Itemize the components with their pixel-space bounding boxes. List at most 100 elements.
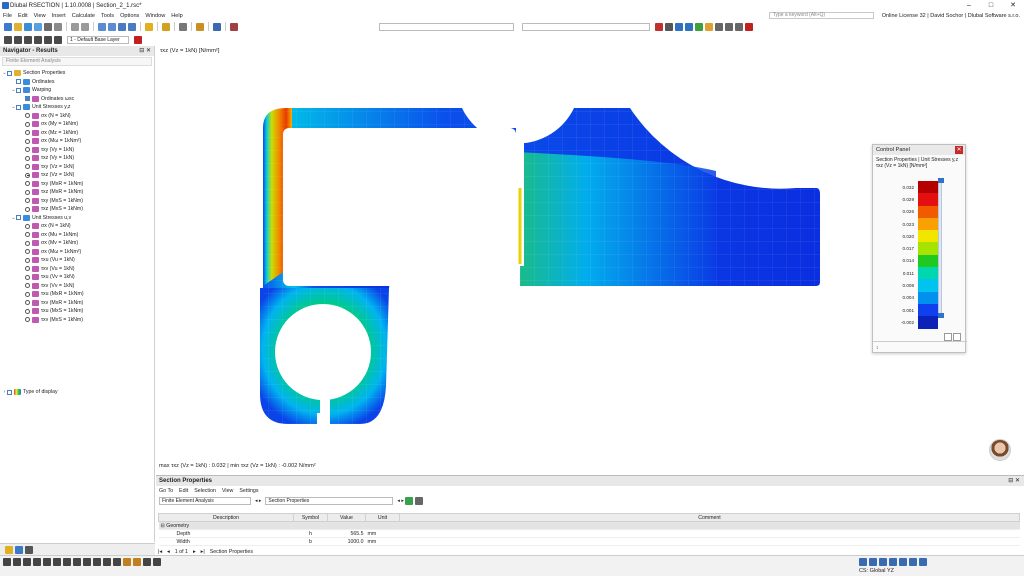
tree-item[interactable]: τxv (Vu = 1kN) [20, 265, 74, 274]
filter-icon[interactable] [735, 22, 743, 31]
radio-button[interactable] [25, 164, 30, 170]
pin-icon[interactable] [134, 35, 142, 44]
snap-ortho-icon[interactable] [889, 558, 897, 566]
check-icon[interactable] [695, 22, 703, 31]
scale-icon[interactable]: ↕ [876, 345, 879, 351]
eye-icon[interactable] [715, 22, 723, 31]
table-row[interactable]: Depth h 565.5 mm [158, 529, 1020, 538]
table-row[interactable]: Width b 1000.0 mm [158, 537, 1020, 546]
view-icon[interactable] [118, 22, 126, 31]
tree-item[interactable]: σx (My = 1kNm) [20, 120, 78, 129]
draw-tool-icon[interactable] [63, 558, 71, 566]
tree-item[interactable]: τxv (MxS = 1kNm) [20, 316, 83, 325]
tree-item[interactable]: τxz (MxS = 1kNm) [20, 205, 83, 214]
column-header[interactable]: Unit [365, 513, 400, 522]
radio-button[interactable] [25, 181, 30, 187]
layout-icon[interactable] [128, 22, 136, 31]
views-tab-icon[interactable] [25, 545, 33, 554]
radio-button[interactable] [25, 189, 30, 195]
radio-button[interactable] [25, 308, 30, 314]
pen-icon[interactable] [196, 22, 204, 31]
tree-item[interactable]: ⌄ Unit Stresses y,z [11, 103, 71, 112]
draw-tool-icon[interactable] [113, 558, 121, 566]
tree-item-type-of-display[interactable]: › Type of display [2, 388, 58, 397]
radio-button[interactable] [25, 240, 30, 246]
results-icon[interactable] [230, 22, 238, 31]
draw-tool-icon[interactable] [93, 558, 101, 566]
user-avatar[interactable] [989, 439, 1011, 461]
dimension-icon[interactable] [213, 22, 221, 31]
radio-button[interactable] [25, 172, 30, 178]
radio-button[interactable] [25, 274, 30, 280]
tree-item[interactable]: ⌄ Unit Stresses u,v [11, 214, 71, 223]
last-page-icon[interactable]: ▸| [201, 549, 205, 555]
maximize-icon[interactable]: □ [980, 0, 1002, 11]
radio-button[interactable] [25, 155, 30, 161]
tree-item[interactable]: τxy (MxR = 1kNm) [20, 180, 83, 189]
menu-goto[interactable]: Go To [159, 488, 173, 494]
print-preview-icon[interactable] [54, 22, 62, 31]
save-icon[interactable] [24, 22, 32, 31]
draw-tool-icon[interactable] [43, 558, 51, 566]
tree-item[interactable]: σx (Mω = 1kNm²) [20, 248, 81, 257]
results-settings-icon[interactable] [24, 35, 32, 44]
radio-button[interactable] [25, 300, 30, 306]
close-icon[interactable]: ✕ [955, 146, 963, 154]
checkbox[interactable] [16, 104, 21, 110]
zoom-icon[interactable] [685, 22, 693, 31]
tree-item[interactable]: τxz (MxR = 1kNm) [20, 188, 83, 197]
radio-button[interactable] [25, 113, 30, 119]
tree-item[interactable]: τxz (Vz = 1kN) [20, 171, 74, 180]
layer-select[interactable]: 1 - Default Base Layer [67, 35, 129, 44]
radio-button[interactable] [25, 206, 30, 212]
results-layer-icon[interactable] [54, 35, 62, 44]
display-tab-icon[interactable] [15, 545, 23, 554]
column-header[interactable]: Symbol [293, 513, 328, 522]
menu-insert[interactable]: Insert [49, 13, 69, 19]
tree-item[interactable]: σx (Mv = 1kNm) [20, 239, 78, 248]
snap-ucs-icon[interactable] [919, 558, 927, 566]
column-header[interactable]: Description [158, 513, 294, 522]
table-icon[interactable] [98, 22, 106, 31]
toolbar-combo-2[interactable] [522, 22, 650, 31]
pin-close-icon[interactable]: ⊟ ✕ [139, 46, 151, 56]
copy-icon[interactable] [944, 333, 952, 341]
table-nav-icon[interactable]: ◂ ▸ [397, 498, 403, 504]
save-as-icon[interactable] [34, 22, 42, 31]
checkbox[interactable] [16, 79, 21, 85]
radio-button[interactable] [25, 291, 30, 297]
results-toggle-icon[interactable] [4, 35, 12, 44]
draw-tool-icon[interactable] [73, 558, 81, 566]
tree-item[interactable]: τxy (Vy = 1kN) [20, 146, 74, 155]
column-header[interactable]: Comment [399, 513, 1020, 522]
pin-close-icon[interactable]: ⊟ ✕ [1008, 476, 1020, 486]
menu-view[interactable]: View [222, 488, 233, 494]
next-page-icon[interactable]: ▸ [193, 549, 196, 555]
radio-button[interactable] [25, 121, 30, 127]
render-icon[interactable] [705, 22, 713, 31]
menu-file[interactable]: File [0, 13, 15, 19]
menu-edit[interactable]: Edit [179, 488, 188, 494]
checkbox[interactable] [7, 70, 12, 76]
draw-tool-icon[interactable] [13, 558, 21, 566]
tree-item[interactable]: Ordinates [11, 78, 55, 87]
results-values-icon[interactable] [14, 35, 22, 44]
tree-item[interactable]: τxv (Vv = 1kN) [20, 282, 74, 291]
section-icon[interactable] [655, 22, 663, 31]
new-file-icon[interactable] [4, 22, 12, 31]
zoom-all-icon[interactable] [675, 22, 683, 31]
radio-button[interactable] [25, 266, 30, 272]
menu-window[interactable]: Window [142, 13, 168, 19]
data-tab-icon[interactable] [5, 545, 13, 554]
undo-icon[interactable] [71, 22, 79, 31]
analysis-select[interactable]: Finite Element Analysis [159, 496, 251, 505]
radio-button[interactable] [25, 249, 30, 255]
tree-item[interactable]: σx (Mω = 1kNm²) [20, 137, 81, 146]
tree-item[interactable]: Ordinates ωsc [20, 95, 74, 104]
close-icon[interactable]: ✕ [1002, 0, 1024, 11]
open-folder-icon[interactable] [14, 22, 22, 31]
radio-button[interactable] [25, 317, 30, 323]
snap-guide-icon[interactable] [909, 558, 917, 566]
select-icon[interactable] [179, 22, 187, 31]
hide-icon[interactable] [725, 22, 733, 31]
